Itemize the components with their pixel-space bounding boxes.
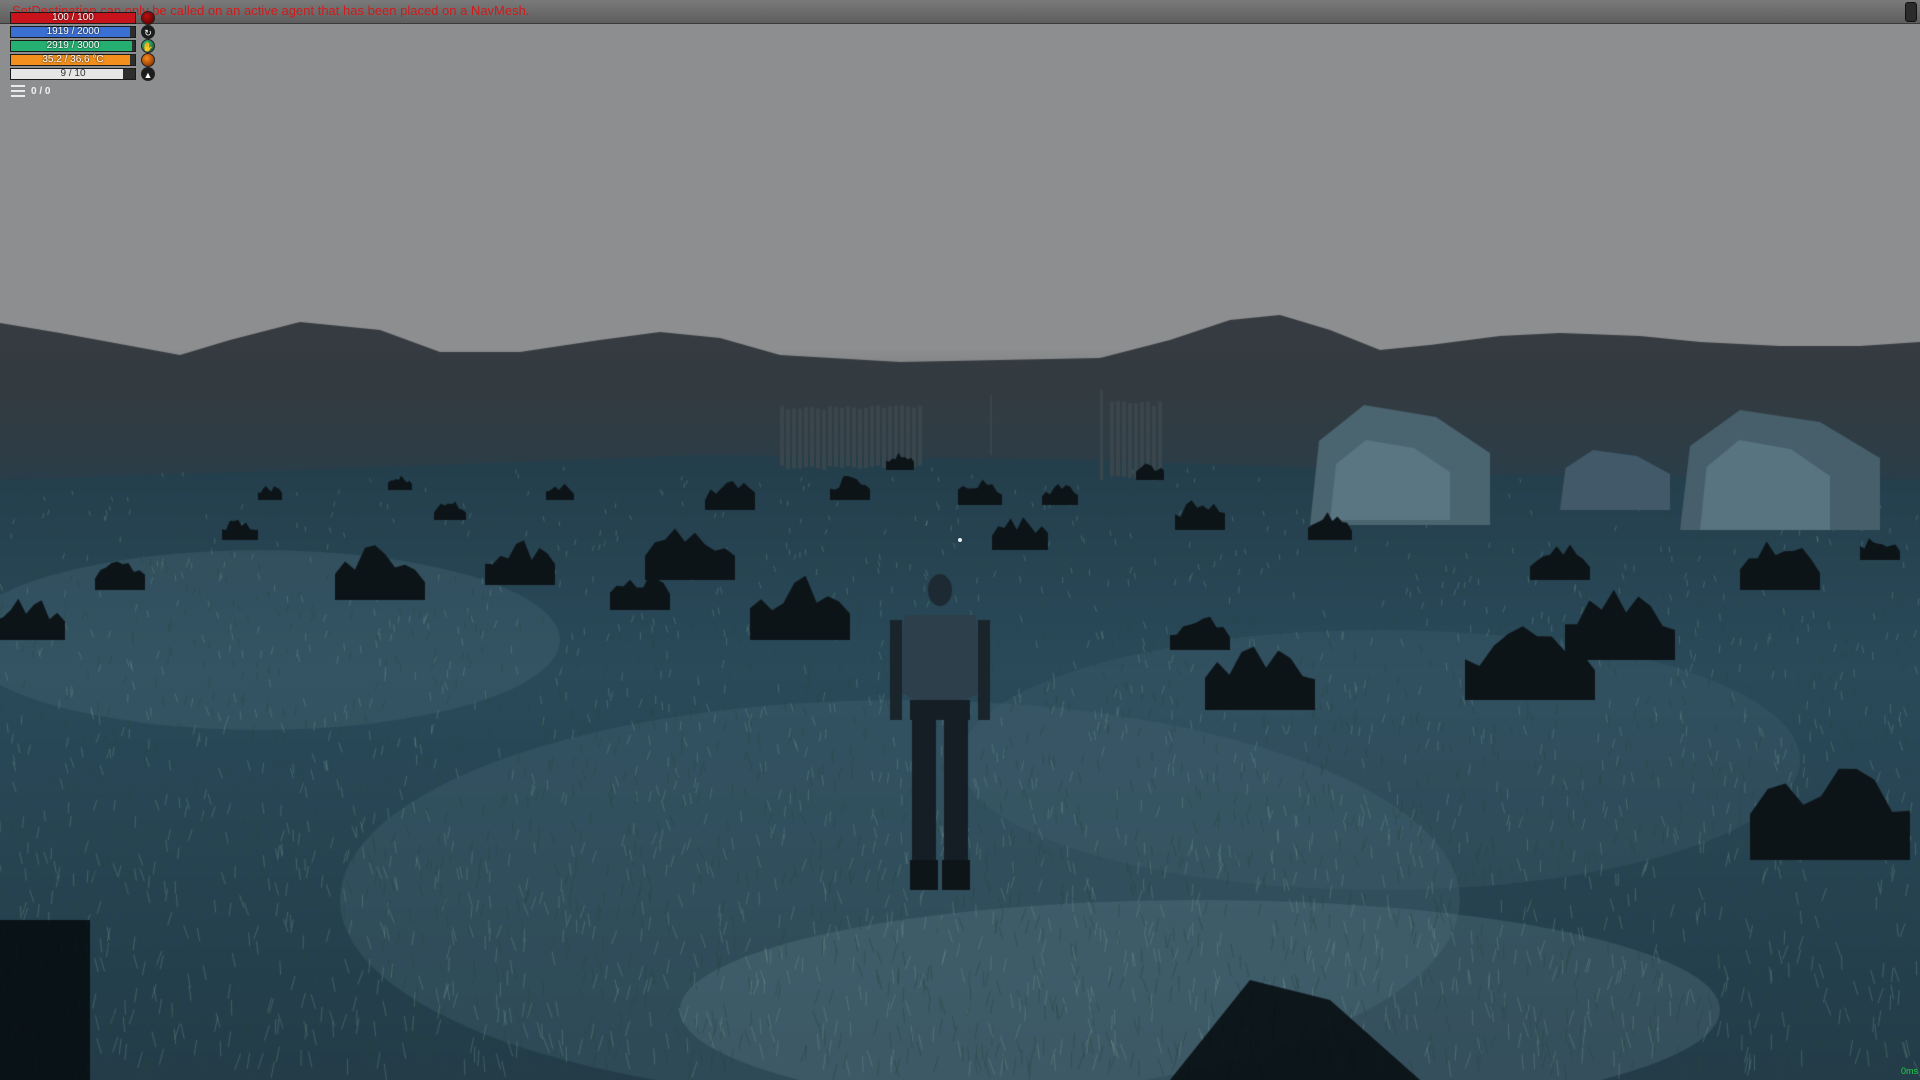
game-viewport[interactable]: SetDestination can only be called on an … (0, 0, 1920, 1080)
level-value: 9 / 10 (60, 68, 86, 79)
health-value: 100 / 100 (52, 12, 94, 23)
stamina-bar: 2919 / 3000 ✋ (10, 39, 155, 53)
menu-lines-icon[interactable] (11, 85, 25, 97)
inventory-count: 0 / 0 (31, 85, 51, 97)
mana-bar: 1919 / 2000 ↻ (10, 25, 155, 39)
level-bar: 9 / 10 ▲ (10, 67, 155, 81)
frame-time-counter: 0ms (1900, 1066, 1918, 1076)
mana-swirl-icon: ↻ (141, 25, 155, 39)
level-chevron-icon: ▲ (141, 67, 155, 81)
console-toggle-button[interactable] (1905, 2, 1917, 22)
console-error-bar: SetDestination can only be called on an … (0, 0, 1920, 24)
stamina-hand-icon: ✋ (141, 39, 155, 53)
crosshair-dot (958, 538, 962, 542)
health-orb-icon (141, 11, 155, 25)
health-bar: 100 / 100 (10, 11, 155, 25)
inventory-indicator[interactable]: 0 / 0 (11, 84, 50, 98)
temperature-flame-icon (141, 53, 155, 67)
stamina-value: 2919 / 3000 (46, 40, 100, 51)
mana-value: 1919 / 2000 (46, 26, 100, 37)
temperature-bar: 35.2 / 36.6 °C (10, 53, 155, 67)
player-stats-hud: 100 / 100 1919 / 2000 ↻ 2919 / 3000 ✋ 35… (10, 11, 155, 82)
temperature-value: 35.2 / 36.6 °C (42, 54, 104, 65)
